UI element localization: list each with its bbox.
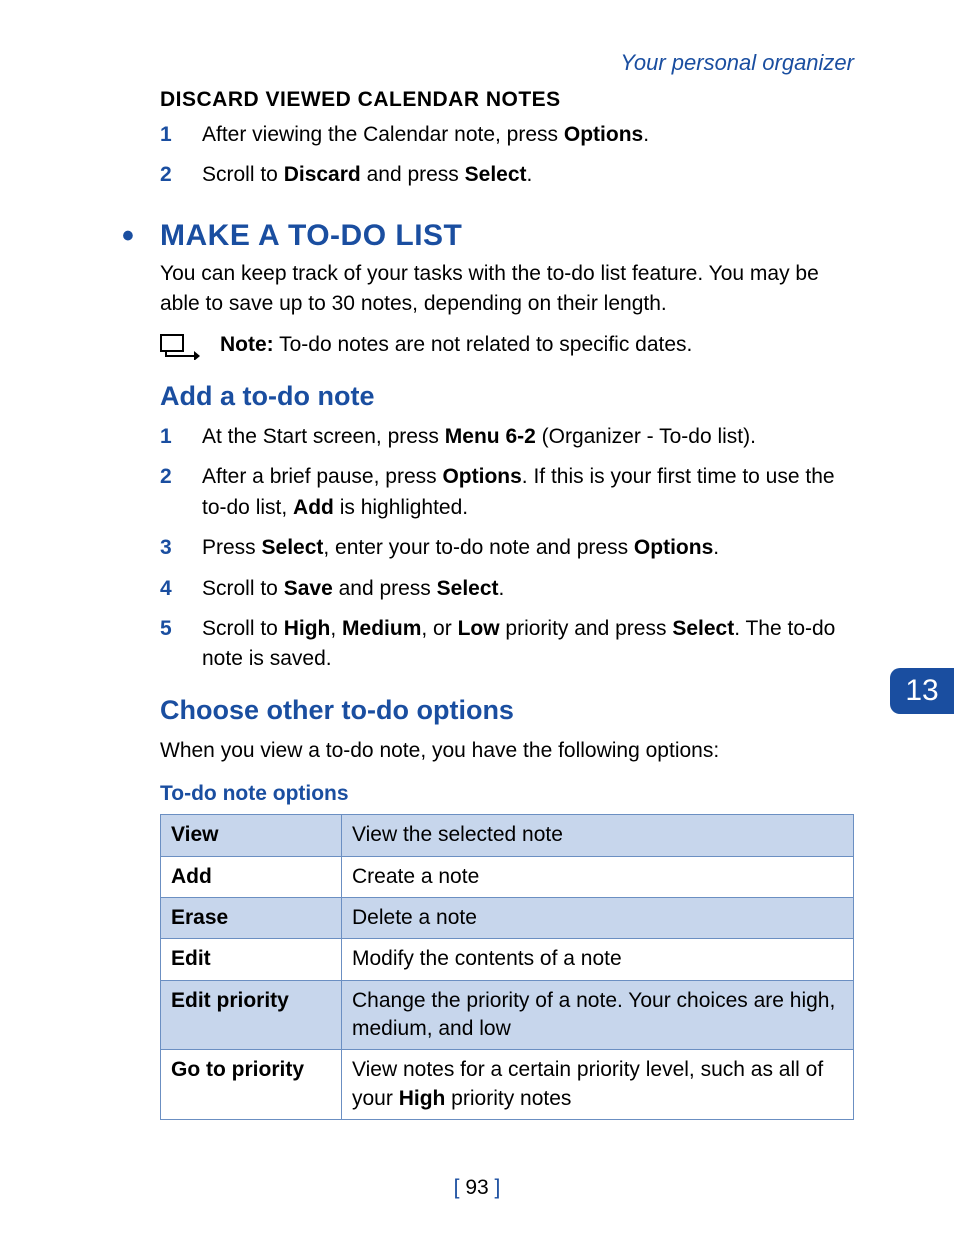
- step-number: 2: [160, 160, 172, 190]
- table-row: Go to priority View notes for a certain …: [161, 1050, 854, 1120]
- options-table: View View the selected note Add Create a…: [160, 814, 854, 1120]
- section-header: Your personal organizer: [160, 50, 854, 76]
- step-number: 3: [160, 533, 172, 563]
- bracket: [: [454, 1176, 466, 1199]
- discard-heading: DISCARD VIEWED CALENDAR NOTES: [160, 88, 854, 112]
- option-name: Add: [161, 856, 342, 897]
- option-desc: Create a note: [342, 856, 854, 897]
- list-item: 3 Press Select, enter your to-do note an…: [160, 533, 854, 563]
- choose-intro: When you view a to-do note, you have the…: [160, 736, 854, 766]
- option-name: View: [161, 815, 342, 856]
- option-name: Erase: [161, 897, 342, 938]
- step-text: Scroll to: [202, 163, 284, 186]
- list-item: 5 Scroll to High, Medium, or Low priorit…: [160, 614, 854, 675]
- note-body: To-do notes are not related to specific …: [274, 333, 693, 356]
- bold: Options: [564, 123, 643, 146]
- bold: Discard: [284, 163, 361, 186]
- step-text: .: [643, 123, 649, 146]
- table-caption: To-do note options: [160, 782, 854, 806]
- option-desc: Change the priority of a note. Your choi…: [342, 980, 854, 1050]
- option-desc: Delete a note: [342, 897, 854, 938]
- option-desc: View notes for a certain priority level,…: [342, 1050, 854, 1120]
- step-number: 5: [160, 614, 172, 644]
- table-row: View View the selected note: [161, 815, 854, 856]
- table-row: Edit Modify the contents of a note: [161, 939, 854, 980]
- option-desc: View the selected note: [342, 815, 854, 856]
- table-row: Erase Delete a note: [161, 897, 854, 938]
- option-name: Go to priority: [161, 1050, 342, 1120]
- add-steps: 1 At the Start screen, press Menu 6-2 (O…: [160, 422, 854, 675]
- option-desc: Modify the contents of a note: [342, 939, 854, 980]
- table-row: Add Create a note: [161, 856, 854, 897]
- discard-steps: 1 After viewing the Calendar note, press…: [160, 120, 854, 191]
- list-item: 1 At the Start screen, press Menu 6-2 (O…: [160, 422, 854, 452]
- step-number: 1: [160, 422, 172, 452]
- step-text: After viewing the Calendar note, press: [202, 123, 564, 146]
- step-number: 4: [160, 574, 172, 604]
- add-heading: Add a to-do note: [160, 381, 854, 412]
- choose-heading: Choose other to-do options: [160, 695, 854, 726]
- main-heading: MAKE A TO-DO LIST: [126, 219, 854, 253]
- main-intro: You can keep track of your tasks with th…: [160, 259, 854, 320]
- list-item: 2 Scroll to Discard and press Select.: [160, 160, 854, 190]
- option-name: Edit priority: [161, 980, 342, 1050]
- note-block: Note: To-do notes are not related to spe…: [160, 330, 854, 365]
- bold: Select: [465, 163, 527, 186]
- option-name: Edit: [161, 939, 342, 980]
- chapter-tab: 13: [890, 668, 954, 714]
- note-icon: [160, 334, 200, 365]
- note-label: Note:: [220, 333, 274, 356]
- list-item: 1 After viewing the Calendar note, press…: [160, 120, 854, 150]
- step-text: and press: [361, 163, 465, 186]
- page-number: 93: [465, 1176, 488, 1199]
- bracket: ]: [489, 1176, 501, 1199]
- step-text: .: [527, 163, 533, 186]
- step-number: 1: [160, 120, 172, 150]
- list-item: 4 Scroll to Save and press Select.: [160, 574, 854, 604]
- note-text: Note: To-do notes are not related to spe…: [220, 330, 692, 359]
- list-item: 2 After a brief pause, press Options. If…: [160, 462, 854, 523]
- step-number: 2: [160, 462, 172, 492]
- table-row: Edit priority Change the priority of a n…: [161, 980, 854, 1050]
- page-footer: [ 93 ]: [0, 1176, 954, 1200]
